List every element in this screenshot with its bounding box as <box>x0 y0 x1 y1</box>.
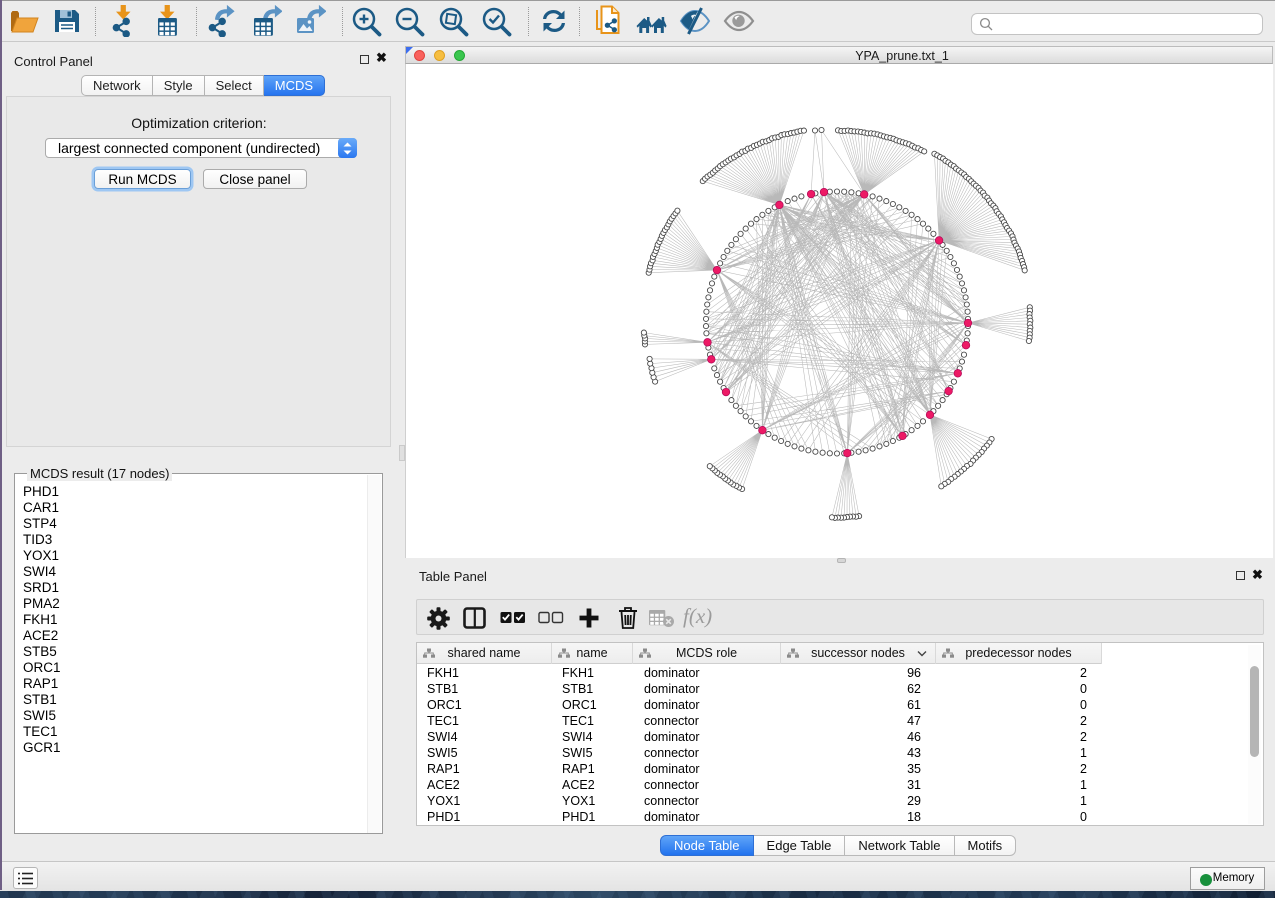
svg-text:f(x): f(x) <box>683 604 712 628</box>
